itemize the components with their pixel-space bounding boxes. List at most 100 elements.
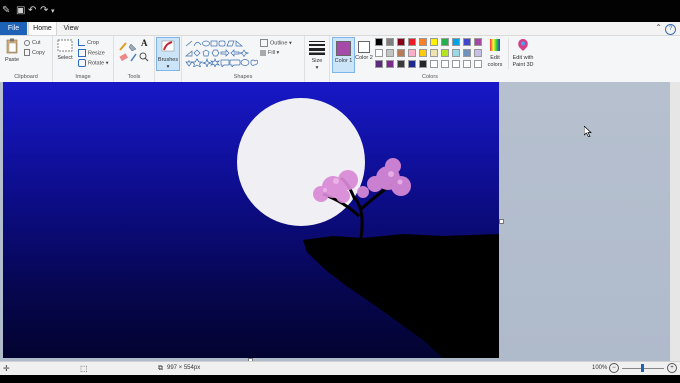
- color1-button[interactable]: Color 1: [332, 37, 355, 73]
- cut-button[interactable]: Cut: [24, 39, 41, 47]
- palette-swatch[interactable]: [474, 49, 482, 57]
- palette-swatch[interactable]: [386, 38, 394, 46]
- palette-swatch[interactable]: [386, 60, 394, 68]
- pentagon-shape-icon: [202, 49, 210, 57]
- palette-swatch[interactable]: [463, 60, 471, 68]
- callout-rounded-shape-icon: [229, 59, 241, 67]
- save-icon[interactable]: ▣: [16, 5, 25, 17]
- arrow-right-shape-icon: [220, 49, 230, 57]
- outline-label: Outline: [270, 40, 288, 47]
- crop-icon: [78, 39, 85, 47]
- palette-swatch[interactable]: [375, 60, 383, 68]
- tools-group-label: Tools: [127, 74, 141, 80]
- palette-swatch[interactable]: [397, 49, 405, 57]
- crop-button[interactable]: Crop: [78, 39, 99, 47]
- cut-label: Cut: [32, 40, 41, 46]
- palette-swatch[interactable]: [375, 49, 383, 57]
- fill-bucket-icon: [260, 49, 266, 56]
- crop-label: Crop: [87, 40, 99, 46]
- redo-icon[interactable]: ↷: [40, 5, 48, 17]
- zoom-slider-thumb[interactable]: [641, 364, 644, 372]
- six-point-star-shape-icon: [209, 58, 221, 67]
- resize-icon: [78, 49, 86, 57]
- palette-swatch[interactable]: [397, 38, 405, 46]
- palette-swatch[interactable]: [441, 60, 449, 68]
- four-point-star-shape-icon: [201, 57, 213, 67]
- text-tool-button[interactable]: A: [141, 39, 148, 48]
- palette-swatch[interactable]: [375, 38, 383, 46]
- rotate-button[interactable]: Rotate ▾: [78, 59, 109, 67]
- ribbon: Paste Cut Copy Clipboard Select Crop Res…: [0, 36, 680, 83]
- palette-swatch[interactable]: [430, 49, 438, 57]
- size-button[interactable]: Size ▾: [307, 39, 327, 72]
- pencil-icon: [119, 42, 127, 51]
- palette-swatch[interactable]: [452, 49, 460, 57]
- palette-swatch[interactable]: [463, 38, 471, 46]
- tab-file[interactable]: File: [0, 22, 27, 35]
- zoom-in-button[interactable]: +: [667, 363, 677, 373]
- palette-swatch[interactable]: [441, 49, 449, 57]
- magnifier-icon: [139, 52, 149, 62]
- edit-colors-label: Edit colors: [487, 55, 503, 68]
- copy-button[interactable]: Copy: [24, 49, 45, 57]
- palette-swatch[interactable]: [474, 60, 482, 68]
- canvas-area: [0, 82, 670, 363]
- palette-swatch[interactable]: [441, 38, 449, 46]
- brushes-label: Brushes: [157, 57, 179, 63]
- fill-icon: [128, 43, 137, 52]
- resize-button[interactable]: Resize: [78, 49, 105, 57]
- palette-swatch[interactable]: [386, 49, 394, 57]
- status-bar: ✛ ⬚ ⧉ 997 × 554px 100% − +: [0, 361, 680, 376]
- rotate-icon: [78, 59, 86, 67]
- paint3d-icon: [518, 39, 528, 51]
- drawing-canvas[interactable]: [3, 82, 499, 358]
- shapes-group: Outline ▾ Fill ▾ Shapes: [182, 36, 305, 82]
- color-palette: [375, 38, 485, 70]
- canvas-resize-handle-right[interactable]: [499, 219, 504, 224]
- tab-home[interactable]: Home: [28, 22, 57, 35]
- zoom-out-button[interactable]: −: [609, 363, 619, 373]
- paste-label: Paste: [4, 57, 20, 63]
- tab-view[interactable]: View: [58, 22, 84, 35]
- undo-icon[interactable]: ↶: [28, 5, 36, 17]
- palette-swatch[interactable]: [430, 38, 438, 46]
- customize-quick-access-icon[interactable]: ▾: [51, 5, 55, 17]
- clipboard-group: Paste Cut Copy Clipboard: [0, 36, 53, 82]
- vertical-scrollbar[interactable]: [670, 82, 680, 361]
- select-icon: [57, 39, 73, 52]
- palette-swatch[interactable]: [452, 38, 460, 46]
- help-icon[interactable]: ?: [665, 24, 676, 35]
- palette-swatch[interactable]: [408, 60, 416, 68]
- palette-swatch[interactable]: [452, 60, 460, 68]
- palette-swatch[interactable]: [474, 38, 482, 46]
- right-triangle-shape-icon: [185, 50, 193, 57]
- star-shape-icon: [238, 49, 250, 58]
- cursor-position-icon: ✛: [3, 364, 10, 373]
- fill-button[interactable]: Fill ▾: [260, 49, 279, 57]
- shapes-group-label: Shapes: [233, 74, 253, 80]
- palette-swatch[interactable]: [408, 38, 416, 46]
- palette-swatch[interactable]: [419, 49, 427, 57]
- palette-swatch[interactable]: [419, 60, 427, 68]
- title-bar: ✎ ▣ ↶ ↷ ▾: [0, 0, 680, 22]
- palette-swatch[interactable]: [430, 60, 438, 68]
- palette-swatch[interactable]: [463, 49, 471, 57]
- canvas-artwork: [237, 98, 499, 358]
- color2-button[interactable]: Color 2: [355, 38, 373, 72]
- shapes-gallery[interactable]: [184, 39, 258, 67]
- collapse-ribbon-icon[interactable]: ⌃: [655, 23, 662, 32]
- rotate-label: Rotate: [88, 60, 105, 67]
- palette-swatch[interactable]: [408, 49, 416, 57]
- palette-swatch[interactable]: [419, 38, 427, 46]
- rectangle-shape-icon: [210, 40, 218, 47]
- edit-colors-button[interactable]: Edit colors: [485, 38, 505, 69]
- palette-swatch[interactable]: [397, 60, 405, 68]
- callout-cloud-shape-icon: [250, 59, 258, 66]
- outline-button[interactable]: Outline ▾: [260, 39, 292, 47]
- edit-paint3d-button[interactable]: Edit with Paint 3D: [508, 38, 537, 69]
- select-button[interactable]: Select: [55, 39, 75, 62]
- bottom-edge: [0, 375, 680, 383]
- size-group: Size ▾: [305, 36, 330, 82]
- brushes-button[interactable]: Brushes ▾: [156, 37, 180, 71]
- paste-button[interactable]: Paste: [3, 38, 21, 64]
